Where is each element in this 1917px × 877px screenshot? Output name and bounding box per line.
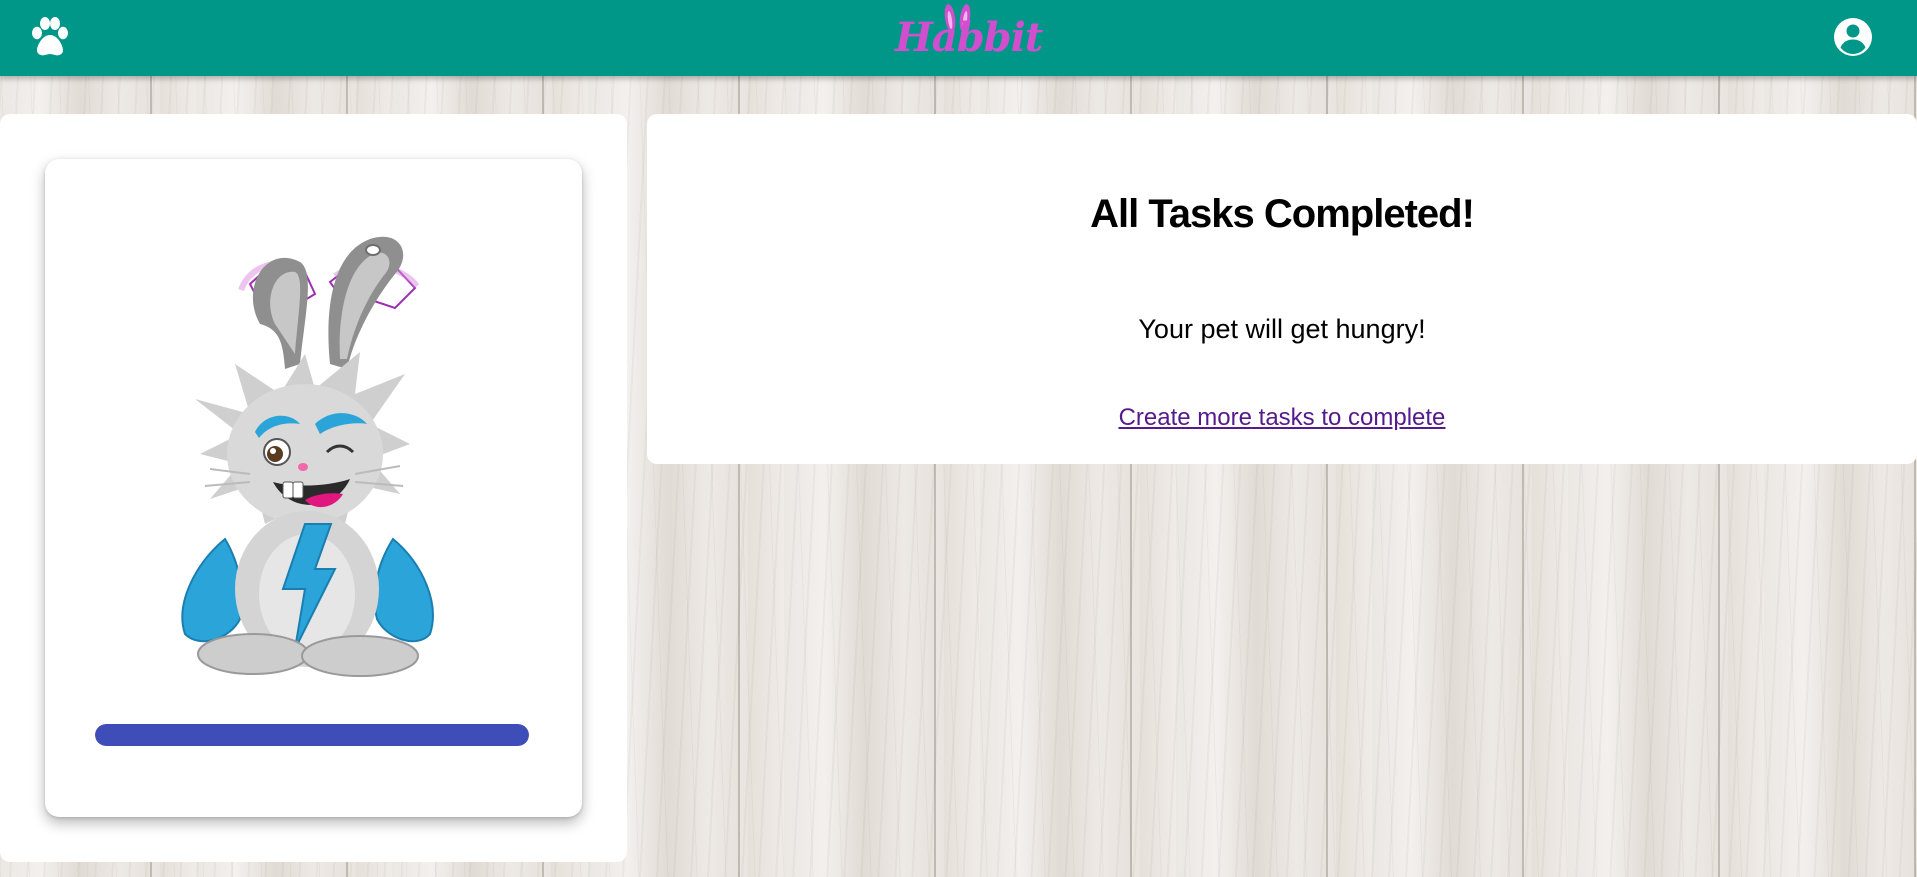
- create-tasks-link[interactable]: Create more tasks to complete: [1119, 404, 1446, 431]
- account-circle-icon: [1834, 18, 1872, 56]
- tasks-title: All Tasks Completed!: [1090, 192, 1475, 236]
- pet-health-bar-fill: [95, 724, 529, 746]
- logo-text: Habbit: [895, 14, 1043, 61]
- top-app-bar: Habbit: [0, 0, 1917, 76]
- paw-menu-button[interactable]: [28, 16, 76, 60]
- tasks-message: Your pet will get hungry!: [1138, 314, 1426, 344]
- pet-card: [45, 159, 582, 817]
- bunny-pet-icon: [181, 236, 434, 677]
- habbit-logo[interactable]: Habbit: [895, 0, 1043, 66]
- tasks-panel: All Tasks Completed! Your pet will get h…: [647, 114, 1917, 464]
- paw-icon: [32, 17, 68, 56]
- pet-health-bar: [95, 724, 529, 746]
- account-button[interactable]: [1832, 16, 1874, 58]
- pet-panel: [0, 114, 627, 862]
